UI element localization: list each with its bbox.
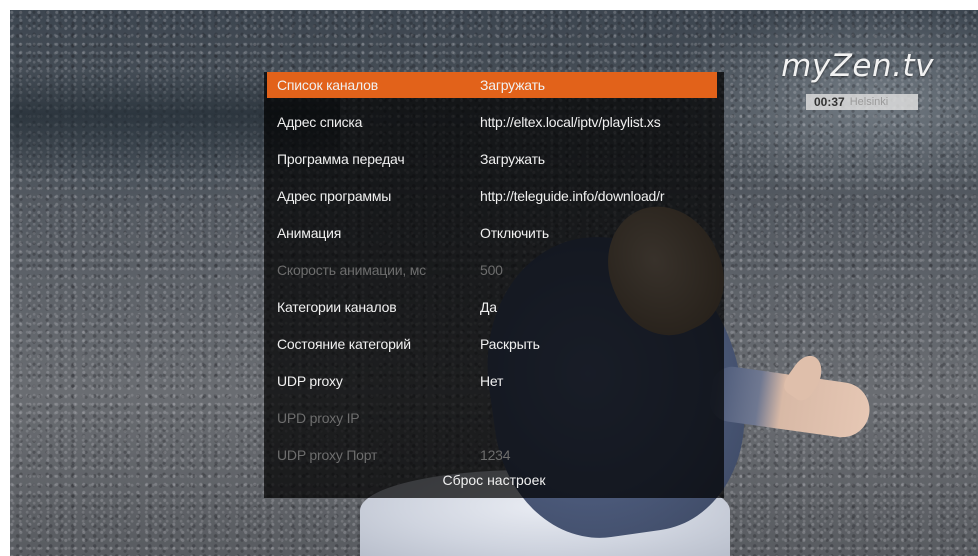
reset-settings-button[interactable]: Сброс настроек: [264, 468, 724, 492]
setting-udp-proxy[interactable]: UDP proxy Нет: [267, 368, 717, 394]
setting-list-address[interactable]: Адрес списка http://eltex.local/iptv/pla…: [267, 109, 717, 135]
setting-label: UDP proxy: [277, 373, 343, 389]
setting-label: Адрес списка: [277, 114, 363, 130]
setting-label: UPD proxy IP: [277, 410, 360, 426]
setting-category-state[interactable]: Состояние категорий Раскрыть: [267, 331, 717, 357]
clock-time: 00:37: [814, 95, 845, 109]
setting-value: Загружать: [480, 151, 545, 167]
clock-city: Helsinki: [849, 96, 889, 108]
setting-value: 500: [480, 262, 503, 278]
setting-value: Раскрыть: [480, 336, 540, 352]
setting-value: Нет: [480, 373, 504, 389]
setting-tv-guide[interactable]: Программа передач Загружать: [267, 146, 717, 172]
setting-label: Список каналов: [277, 77, 378, 93]
setting-value: Загружать: [480, 77, 545, 93]
setting-label: Категории каналов: [277, 299, 397, 315]
brand-logo: myZen.tv: [781, 48, 934, 84]
setting-channel-list[interactable]: Список каналов Загружать: [267, 72, 717, 98]
setting-label: Программа передач: [277, 151, 405, 167]
setting-udp-proxy-port: UDP proxy Порт 1234: [267, 442, 717, 468]
setting-label: Скорость анимации, мс: [277, 262, 426, 278]
settings-panel: Список каналов Загружать Адрес списка ht…: [264, 72, 724, 498]
setting-value: 1234: [480, 447, 511, 463]
tv-screen: myZen.tv 00:37 Helsinki Список каналов З…: [10, 10, 978, 556]
setting-value: Да: [480, 299, 497, 315]
setting-value: Отключить: [480, 225, 549, 241]
setting-label: Анимация: [277, 225, 342, 241]
setting-value: http://teleguide.info/download/r: [480, 188, 665, 204]
setting-channel-categories[interactable]: Категории каналов Да: [267, 294, 717, 320]
setting-animation-speed: Скорость анимации, мс 500: [267, 257, 717, 283]
setting-label: UDP proxy Порт: [277, 447, 378, 463]
setting-value: http://eltex.local/iptv/playlist.xs: [480, 114, 661, 130]
clock-badge: 00:37 Helsinki: [806, 94, 918, 110]
setting-animation[interactable]: Анимация Отключить: [267, 220, 717, 246]
setting-udp-proxy-ip: UPD proxy IP: [267, 405, 717, 431]
setting-label: Состояние категорий: [277, 336, 411, 352]
setting-guide-address[interactable]: Адрес программы http://teleguide.info/do…: [267, 183, 717, 209]
setting-label: Адрес программы: [277, 188, 392, 204]
